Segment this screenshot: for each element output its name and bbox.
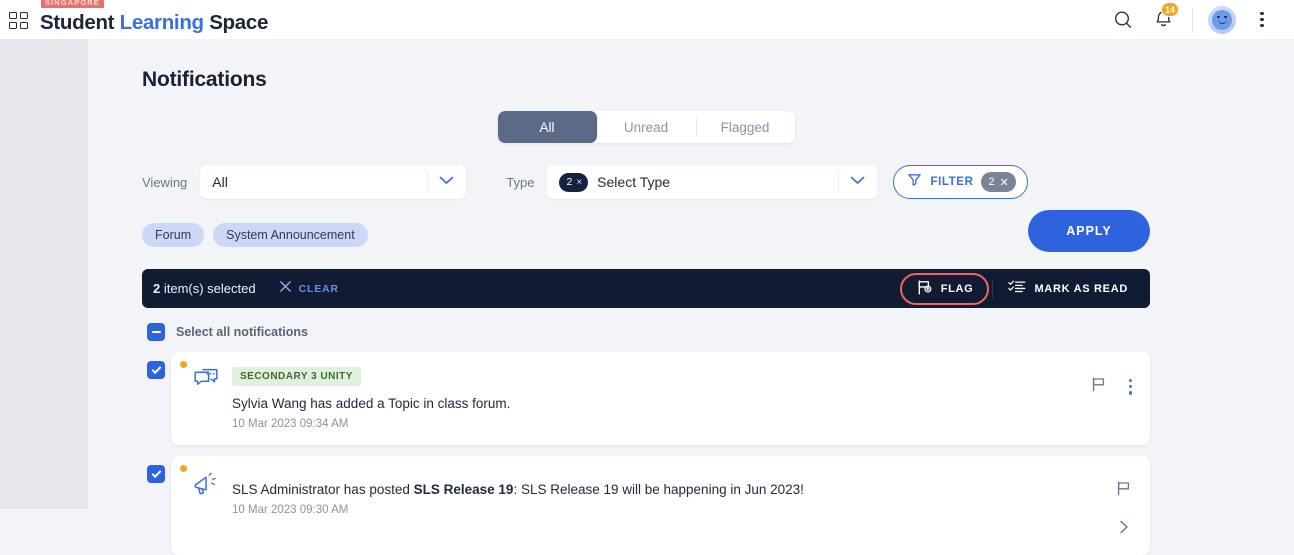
filter-chip-system-announcement[interactable]: System Announcement xyxy=(213,223,368,247)
notification-text-suffix: : SLS Release 19 will be happening in Ju… xyxy=(513,482,804,497)
selected-count-text: 2 item(s) selected xyxy=(153,281,256,296)
action-bar-buttons: FLAG MARK AS READ xyxy=(899,272,1140,305)
notification-text-prefix: SLS Administrator has posted xyxy=(232,482,414,497)
brand-word-space: Space xyxy=(209,11,269,34)
notification-text: SLS Administrator has posted SLS Release… xyxy=(232,481,1115,499)
viewing-label: Viewing xyxy=(142,174,188,190)
kebab-menu-icon[interactable] xyxy=(1123,376,1138,398)
flag-button-label: FLAG xyxy=(940,282,974,295)
notification-actions xyxy=(1115,470,1138,540)
clear-label: CLEAR xyxy=(298,282,339,295)
chevron-right-icon[interactable] xyxy=(1117,519,1131,540)
app-title: Student Learning Space xyxy=(40,12,268,34)
selection-action-bar: 2 item(s) selected CLEAR FLAG MARK AS RE… xyxy=(142,269,1150,308)
filter-chip-forum[interactable]: Forum xyxy=(142,223,205,247)
viewing-select-value: All xyxy=(212,174,228,190)
chevron-down-icon xyxy=(439,176,454,188)
flag-add-icon xyxy=(916,279,933,299)
select-divider xyxy=(427,171,429,193)
brand-text: SINGAPORE Student Learning Space xyxy=(40,0,268,34)
select-all-checkbox[interactable] xyxy=(147,323,165,341)
avatar[interactable] xyxy=(1202,0,1242,39)
page-title: Notifications xyxy=(142,68,267,91)
notification-card[interactable]: SECONDARY 3 UNITY Sylvia Wang has added … xyxy=(171,352,1150,445)
brand-logo[interactable]: SINGAPORE Student Learning Space xyxy=(0,0,268,34)
mark-as-read-button[interactable]: MARK AS READ xyxy=(996,273,1140,304)
forum-chat-icon xyxy=(185,366,227,430)
filter-count-chip[interactable]: 2 ✕ xyxy=(981,172,1016,192)
funnel-icon xyxy=(907,172,922,192)
tab-bar-wrapper: All Unread Flagged xyxy=(142,111,1150,143)
type-count: 2 xyxy=(566,176,573,188)
action-bar-divider xyxy=(992,279,994,298)
top-navigation-bar: SINGAPORE Student Learning Space 14 xyxy=(0,0,1294,39)
apply-button[interactable]: APPLY xyxy=(1028,210,1150,252)
notification-body: SECONDARY 3 UNITY Sylvia Wang has added … xyxy=(227,366,1090,430)
chevron-down-icon xyxy=(850,176,865,188)
select-all-row[interactable]: Select all notifications xyxy=(142,323,1150,341)
tab-unread[interactable]: Unread xyxy=(596,111,696,143)
notification-checkbox[interactable] xyxy=(147,465,165,483)
unread-dot-indicator xyxy=(180,465,187,472)
unread-dot-indicator xyxy=(180,361,187,368)
flag-outline-icon[interactable] xyxy=(1115,480,1132,502)
notification-timestamp: 10 Mar 2023 09:34 AM xyxy=(232,418,349,430)
type-select-value: Select Type xyxy=(597,174,671,190)
viewing-select[interactable]: All xyxy=(200,165,467,199)
type-select[interactable]: 2 × Select Type xyxy=(547,165,878,199)
search-icon[interactable] xyxy=(1103,0,1143,39)
active-filter-chips-row: Forum System Announcement APPLY xyxy=(142,210,1150,255)
close-icon[interactable]: × xyxy=(576,177,582,188)
grid-apps-icon[interactable] xyxy=(9,11,29,32)
main-content-area: Notifications All Unread Flagged Viewing… xyxy=(88,39,1294,555)
tab-flagged[interactable]: Flagged xyxy=(695,111,795,143)
selected-count-suffix: item(s) selected xyxy=(160,281,256,296)
select-all-label: Select all notifications xyxy=(176,325,308,339)
notification-checkbox-wrap[interactable] xyxy=(142,456,171,483)
kebab-menu-icon[interactable] xyxy=(1242,0,1282,39)
tab-all[interactable]: All xyxy=(497,111,597,143)
notification-timestamp: 10 Mar 2023 09:30 AM xyxy=(232,504,349,516)
notification-checkbox-wrap[interactable] xyxy=(142,352,171,379)
type-count-chip[interactable]: 2 × xyxy=(559,172,589,192)
list-item: SECONDARY 3 UNITY Sylvia Wang has added … xyxy=(142,352,1150,445)
brand-word-student: Student xyxy=(40,11,115,34)
filter-button[interactable]: FILTER 2 ✕ xyxy=(893,165,1028,199)
mark-as-read-label: MARK AS READ xyxy=(1034,282,1128,295)
flag-button[interactable]: FLAG xyxy=(899,272,990,305)
singapore-badge: SINGAPORE xyxy=(41,0,104,8)
notification-bell-icon[interactable]: 14 xyxy=(1143,0,1183,39)
flag-outline-icon[interactable] xyxy=(1090,376,1107,398)
notification-text: Sylvia Wang has added a Topic in class f… xyxy=(232,396,511,411)
select-divider xyxy=(838,171,840,193)
clear-selection-button[interactable]: CLEAR xyxy=(279,280,339,298)
brand-word-learning: Learning xyxy=(119,11,204,34)
filter-count: 2 xyxy=(988,176,995,188)
filter-controls-row: Viewing All Type 2 × Select Type FILTER … xyxy=(142,165,1150,199)
megaphone-announcement-icon xyxy=(185,470,227,540)
notification-count-badge: 14 xyxy=(1160,2,1179,17)
close-icon[interactable]: ✕ xyxy=(1000,176,1009,189)
type-label: Type xyxy=(506,174,535,190)
list-item: SLS Administrator has posted SLS Release… xyxy=(142,456,1150,555)
toolbar-divider xyxy=(1192,7,1193,32)
notification-checkbox[interactable] xyxy=(147,361,165,379)
close-x-icon xyxy=(279,280,292,298)
notification-actions xyxy=(1090,366,1138,430)
mark-as-read-icon xyxy=(1008,279,1026,298)
left-sidebar-rail xyxy=(0,39,88,509)
notification-body: SLS Administrator has posted SLS Release… xyxy=(227,470,1115,540)
top-bar-actions: 14 xyxy=(1103,0,1294,39)
notification-card[interactable]: SLS Administrator has posted SLS Release… xyxy=(171,456,1150,555)
notification-filter-tabs: All Unread Flagged xyxy=(497,111,795,143)
class-badge: SECONDARY 3 UNITY xyxy=(232,367,361,386)
notification-text-bold: SLS Release 19 xyxy=(413,482,514,497)
filter-button-label: FILTER xyxy=(930,176,974,188)
